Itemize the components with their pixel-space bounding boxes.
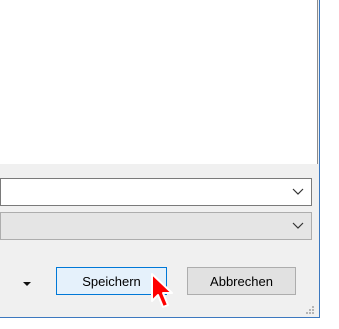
- caret-down-icon[interactable]: [20, 276, 34, 286]
- cancel-button[interactable]: Abbrechen: [187, 267, 296, 295]
- cancel-button-label: Abbrechen: [210, 273, 273, 289]
- resize-grip-icon[interactable]: [303, 302, 315, 314]
- file-list-area[interactable]: [0, 0, 318, 164]
- chevron-down-icon[interactable]: [292, 184, 304, 198]
- filename-combobox[interactable]: [0, 178, 312, 206]
- save-button-label: Speichern: [82, 273, 141, 289]
- mouse-cursor-icon: [150, 272, 178, 312]
- filetype-combobox[interactable]: [0, 212, 312, 240]
- screen: Speichern Abbrechen: [0, 0, 339, 329]
- save-dialog: Speichern Abbrechen: [0, 0, 320, 318]
- chevron-down-icon[interactable]: [292, 218, 304, 232]
